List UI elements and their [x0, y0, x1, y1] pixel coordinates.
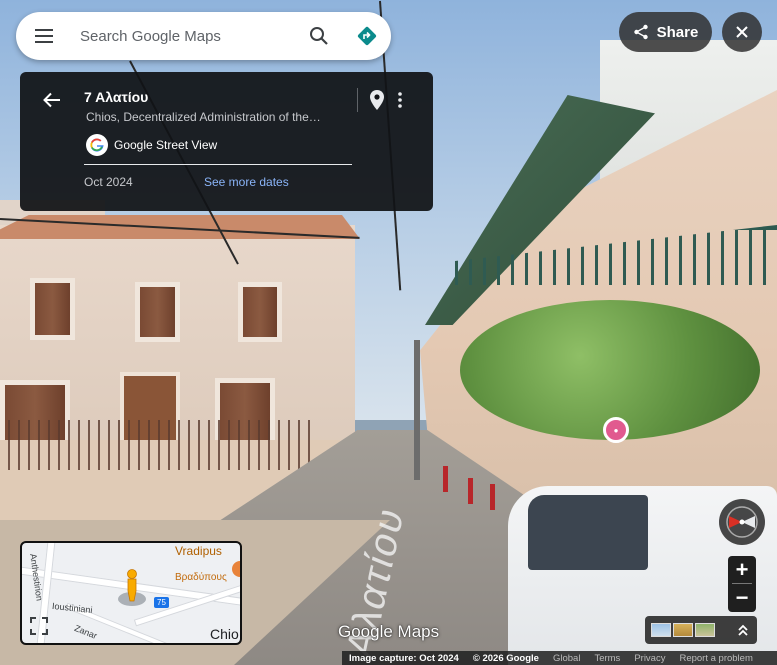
thumbnail-3[interactable]: [695, 623, 715, 637]
share-label: Share: [656, 23, 699, 41]
share-icon: [633, 24, 648, 40]
global-link[interactable]: Global: [546, 653, 587, 664]
terms-link[interactable]: Terms: [587, 653, 627, 664]
arrow-back-icon: [43, 92, 60, 108]
zoom-controls: + −: [728, 556, 756, 612]
compass-icon: [726, 506, 758, 538]
bollard: [490, 484, 495, 510]
close-button[interactable]: [722, 12, 762, 52]
window-shutter: [238, 282, 282, 342]
capture-date: Oct 2024: [84, 175, 133, 189]
view-on-map-button[interactable]: [366, 88, 388, 112]
image-capture-text: Image capture: Oct 2024: [349, 652, 459, 664]
back-button[interactable]: [38, 88, 66, 112]
thumbnail-1[interactable]: [651, 623, 671, 637]
minimap-place-name-local: Βραδύπους: [175, 572, 227, 583]
minimap-poi-icon[interactable]: [232, 561, 240, 577]
more-vert-icon: [398, 92, 402, 108]
directions-icon: [357, 26, 377, 46]
street-view-marker[interactable]: ●: [603, 417, 629, 443]
zoom-in-button[interactable]: +: [728, 556, 756, 583]
expand-icon: [30, 617, 48, 635]
street-view-source: Google Street View: [86, 134, 217, 156]
divider: [84, 164, 352, 165]
share-button[interactable]: Share: [619, 12, 712, 52]
compass-button[interactable]: [719, 499, 765, 545]
close-icon: [736, 26, 748, 38]
place-subtitle: Chios, Decentralized Administration of t…: [86, 110, 321, 124]
minimap-street-label: Ioustiniani: [51, 600, 93, 616]
car-window: [528, 495, 648, 570]
search-icon: [310, 27, 328, 45]
minimap-street-label: Zanar: [72, 622, 99, 642]
bollard: [443, 466, 448, 492]
fence: [0, 420, 310, 470]
search-bar: [16, 12, 391, 60]
minimap-place-name: Vradipus: [175, 544, 222, 558]
source-label: Google Street View: [114, 138, 218, 152]
privacy-link[interactable]: Privacy: [627, 653, 672, 664]
directions-button[interactable]: [343, 12, 391, 60]
place-info-card: 7 Αλατίου Chios, Decentralized Administr…: [20, 72, 433, 211]
expand-thumbnails-button[interactable]: [729, 616, 757, 644]
window-shutter: [135, 282, 180, 342]
google-maps-wordmark: Google Maps: [338, 622, 440, 641]
chevron-up-icon: [738, 624, 748, 636]
utility-pole: [414, 340, 420, 480]
see-more-dates-link[interactable]: See more dates: [204, 175, 289, 189]
divider: [357, 88, 358, 112]
minimap[interactable]: Anthestirion Ioustiniani Zanar Vradipus …: [20, 541, 242, 645]
expand-map-button[interactable]: [28, 615, 50, 637]
copyright-text: © 2026 Google: [472, 652, 539, 664]
google-logo-icon: [86, 134, 108, 156]
place-title: 7 Αλατίου: [84, 89, 149, 105]
thumbnail-2[interactable]: [673, 623, 693, 637]
zoom-out-button[interactable]: −: [728, 584, 756, 611]
imagery-thumbnails: [645, 616, 757, 644]
more-options-button[interactable]: [392, 88, 408, 112]
search-button[interactable]: [295, 12, 343, 60]
bollard: [468, 478, 473, 504]
footer-bar: Image capture: Oct 2024 © 2026 Google Gl…: [342, 651, 777, 665]
window-shutter: [30, 278, 75, 340]
minimap-city-label: Chio: [210, 626, 239, 642]
menu-icon: [35, 29, 53, 43]
pin-icon: [370, 90, 384, 110]
report-problem-link[interactable]: Report a problem: [672, 653, 759, 664]
search-input[interactable]: [72, 27, 295, 45]
menu-button[interactable]: [16, 12, 72, 60]
pegman-icon: [118, 569, 146, 606]
road-shield: 75: [154, 597, 169, 608]
